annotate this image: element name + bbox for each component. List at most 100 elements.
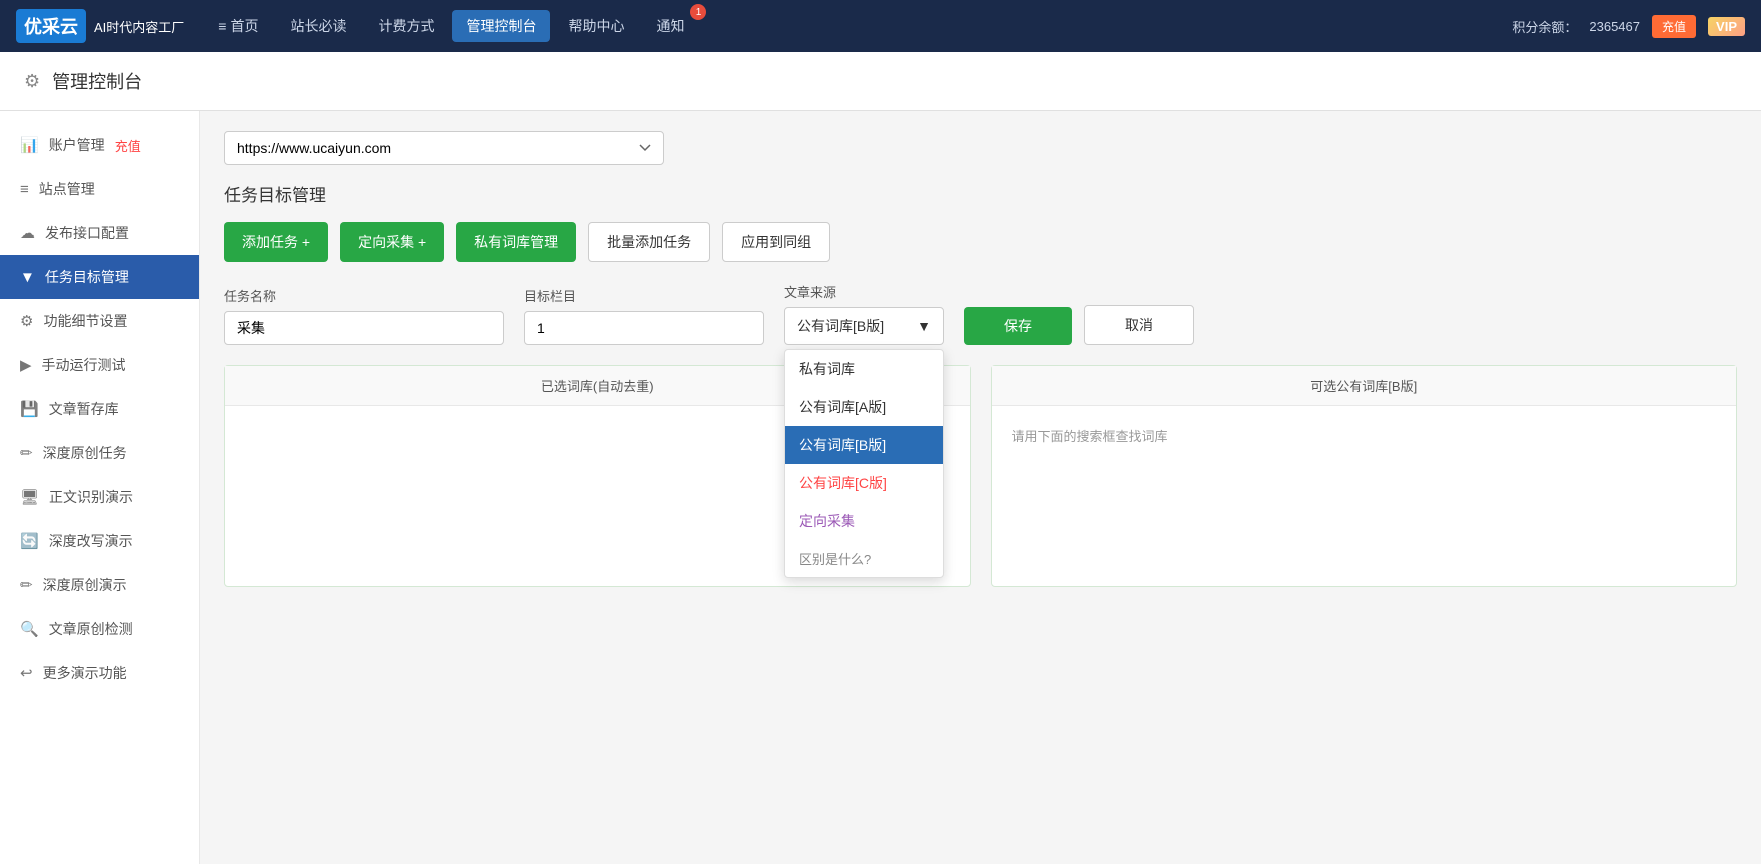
dropdown-option-directed[interactable]: 定向采集	[785, 502, 943, 540]
sidebar-item-ocr-demo[interactable]: 🖥 正文识别演示	[0, 475, 199, 519]
save-button[interactable]: 保存	[964, 307, 1072, 345]
sidebar-item-account[interactable]: 📊 账户管理 充值	[0, 123, 199, 167]
batch-add-button[interactable]: 批量添加任务	[588, 222, 710, 262]
nav-pricing[interactable]: 计费方式	[364, 10, 448, 42]
nav-home[interactable]: ≡ 首页	[204, 10, 272, 42]
sidebar-item-original[interactable]: ✏ 深度原创任务	[0, 431, 199, 475]
sidebar-item-publish[interactable]: ☁ 发布接口配置	[0, 211, 199, 255]
save-cancel-group: 保存 取消	[964, 305, 1194, 345]
available-panel-body: 请用下面的搜索框查找词库	[992, 406, 1737, 586]
source-dropdown-menu: 私有词库 公有词库[A版] 公有词库[B版] 公有词库[C版] 定向采集 区别是…	[784, 349, 944, 578]
sidebar-label-more: 更多演示功能	[43, 663, 127, 683]
sidebar-label-drafts: 文章暂存库	[49, 399, 119, 419]
page-body: 📊 账户管理 充值 ≡ 站点管理 ☁ 发布接口配置 ▼ 任务目标管理 ⚙ 功能细…	[0, 111, 1761, 864]
url-select-wrap: https://www.ucaiyun.com	[224, 131, 1737, 165]
pen-icon: ✏	[20, 576, 33, 594]
chart-icon: 📊	[20, 136, 39, 154]
cancel-button[interactable]: 取消	[1084, 305, 1194, 345]
nav-dashboard[interactable]: 管理控制台	[452, 10, 550, 42]
monitor-icon: 🖥	[20, 488, 39, 506]
nav-items: ≡ 首页 站长必读 计费方式 管理控制台 帮助中心 通知 1	[204, 10, 1512, 42]
available-panel-hint: 请用下面的搜索框查找词库	[1004, 418, 1725, 453]
task-name-label: 任务名称	[224, 286, 504, 305]
sidebar-label-tasks: 任务目标管理	[45, 267, 129, 287]
main-content: https://www.ucaiyun.com 任务目标管理 添加任务 + 定向…	[200, 111, 1761, 864]
directed-collect-button[interactable]: 定向采集 +	[340, 222, 444, 262]
nav-notification[interactable]: 通知 1	[642, 10, 698, 42]
dropdown-option-private[interactable]: 私有词库	[785, 350, 943, 388]
nav-must-read[interactable]: 站长必读	[276, 10, 360, 42]
dropdown-option-pubA[interactable]: 公有词库[A版]	[785, 388, 943, 426]
recharge-button[interactable]: 充值	[1652, 15, 1696, 38]
private-lib-button[interactable]: 私有词库管理	[456, 222, 576, 262]
sidebar-item-sites[interactable]: ≡ 站点管理	[0, 167, 199, 211]
apply-group-button[interactable]: 应用到同组	[722, 222, 830, 262]
dropdown-option-pubC[interactable]: 公有词库[C版]	[785, 464, 943, 502]
sidebar-label-manual: 手动运行测试	[42, 355, 126, 375]
more-icon: ↩	[20, 664, 33, 682]
gear-icon: ⚙	[20, 312, 33, 330]
source-selected-value: 公有词库[B版]	[797, 316, 884, 336]
task-name-input[interactable]	[224, 311, 504, 345]
add-task-button[interactable]: 添加任务 +	[224, 222, 328, 262]
sidebar-label-settings: 功能细节设置	[43, 311, 127, 331]
list-icon: ≡	[20, 181, 29, 198]
sidebar-item-check-demo[interactable]: 🔍 文章原创检测	[0, 607, 199, 651]
cloud-icon: ☁	[20, 224, 35, 242]
sidebar-item-manual[interactable]: ▶ 手动运行测试	[0, 343, 199, 387]
points-label: 积分余额：	[1512, 17, 1577, 36]
top-right-area: 积分余额： 2365467 充值 VIP	[1512, 15, 1745, 38]
sidebar-label-ocr: 正文识别演示	[49, 487, 133, 507]
page-header: ⚙ 管理控制台	[0, 52, 1761, 111]
source-select-wrap: 文章来源 公有词库[B版] ▼ 私有词库 公有词库[A版] 公有词库[B版] 公…	[784, 282, 944, 345]
source-select-button[interactable]: 公有词库[B版] ▼	[784, 307, 944, 345]
tagline: AI时代内容工厂	[94, 17, 184, 36]
target-col-label: 目标栏目	[524, 286, 764, 305]
source-label: 文章来源	[784, 282, 944, 301]
vip-badge: VIP	[1708, 17, 1745, 36]
sidebar-item-rewrite-demo[interactable]: 🔄 深度改写演示	[0, 519, 199, 563]
sidebar-label-sites: 站点管理	[39, 179, 95, 199]
section-title: 任务目标管理	[224, 181, 1737, 206]
dropdown-option-pubB[interactable]: 公有词库[B版]	[785, 426, 943, 464]
action-buttons: 添加任务 + 定向采集 + 私有词库管理 批量添加任务 应用到同组	[224, 222, 1737, 262]
sidebar: 📊 账户管理 充值 ≡ 站点管理 ☁ 发布接口配置 ▼ 任务目标管理 ⚙ 功能细…	[0, 111, 200, 864]
task-form-row: 任务名称 目标栏目 文章来源 公有词库[B版] ▼ 私有词库 公有词库[A版] …	[224, 282, 1737, 345]
sidebar-label-original: 深度原创任务	[43, 443, 127, 463]
sidebar-label-account: 账户管理	[49, 135, 105, 155]
notification-badge-count: 1	[690, 4, 706, 20]
database-icon: 💾	[20, 400, 39, 418]
nav-help[interactable]: 帮助中心	[554, 10, 638, 42]
available-panel-header: 可选公有词库[B版]	[992, 366, 1737, 406]
sidebar-item-more-demo[interactable]: ↩ 更多演示功能	[0, 651, 199, 695]
chevron-down-icon: ▼	[917, 318, 931, 334]
logo-area: 优采云 AI时代内容工厂	[16, 9, 184, 43]
site-url-select[interactable]: https://www.ucaiyun.com	[224, 131, 664, 165]
panels-row: 已选词库(自动去重) 可选公有词库[B版] 请用下面的搜索框查找词库	[224, 365, 1737, 587]
sidebar-item-settings[interactable]: ⚙ 功能细节设置	[0, 299, 199, 343]
refresh-icon: 🔄	[20, 532, 39, 550]
edit-icon: ✏	[20, 444, 33, 462]
target-col-input[interactable]	[524, 311, 764, 345]
sidebar-recharge-link[interactable]: 充值	[115, 136, 141, 155]
target-col-group: 目标栏目	[524, 286, 764, 345]
sidebar-label-check: 文章原创检测	[49, 619, 133, 639]
sidebar-label-publish: 发布接口配置	[45, 223, 129, 243]
sidebar-item-drafts[interactable]: 💾 文章暂存库	[0, 387, 199, 431]
dropdown-option-diff[interactable]: 区别是什么?	[785, 540, 943, 577]
sidebar-label-original-demo: 深度原创演示	[43, 575, 127, 595]
home-icon: ≡	[218, 18, 226, 34]
points-value: 2365467	[1589, 19, 1640, 34]
sidebar-item-tasks[interactable]: ▼ 任务目标管理	[0, 255, 199, 299]
sidebar-item-original-demo[interactable]: ✏ 深度原创演示	[0, 563, 199, 607]
page-title: 管理控制台	[52, 68, 142, 94]
top-nav: 优采云 AI时代内容工厂 ≡ 首页 站长必读 计费方式 管理控制台 帮助中心 通…	[0, 0, 1761, 52]
sidebar-label-rewrite: 深度改写演示	[49, 531, 133, 551]
available-library-panel: 可选公有词库[B版] 请用下面的搜索框查找词库	[991, 365, 1738, 587]
play-icon: ▶	[20, 356, 32, 374]
settings-icon: ⚙	[24, 71, 40, 92]
task-name-group: 任务名称	[224, 286, 504, 345]
search-icon: 🔍	[20, 620, 39, 638]
logo-icon: 优采云	[16, 9, 86, 43]
filter-icon: ▼	[20, 269, 35, 286]
